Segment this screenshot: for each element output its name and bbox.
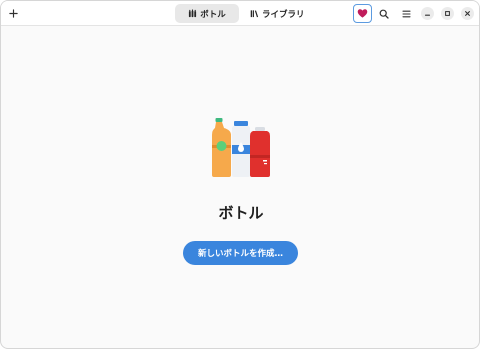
bottle-icon bbox=[189, 9, 197, 18]
orange-bottle-cap bbox=[215, 118, 223, 122]
status-page: ボトル 新しいボトルを作成… bbox=[1, 27, 479, 348]
header-bar: ボトル ライブラリ bbox=[1, 1, 479, 26]
page-title: ボトル bbox=[218, 204, 264, 222]
maximize-icon bbox=[445, 11, 450, 16]
maximize-button[interactable] bbox=[441, 7, 454, 20]
tab-library-label: ライブラリ bbox=[262, 9, 305, 20]
tab-bottles[interactable]: ボトル bbox=[175, 4, 239, 23]
tab-library[interactable]: ライブラリ bbox=[242, 4, 313, 23]
minimize-button[interactable] bbox=[421, 7, 434, 20]
view-switcher: ボトル ライブラリ bbox=[175, 4, 313, 23]
close-icon bbox=[465, 11, 470, 16]
main-menu-button[interactable] bbox=[397, 4, 416, 23]
search-button[interactable] bbox=[374, 4, 393, 23]
close-button[interactable] bbox=[461, 7, 474, 20]
orange-bottle-label bbox=[216, 141, 227, 151]
create-bottle-button[interactable]: 新しいボトルを作成… bbox=[183, 241, 298, 265]
tab-bottles-label: ボトル bbox=[200, 9, 226, 20]
search-icon bbox=[379, 9, 389, 19]
app-window: ボトル ライブラリ ボトル 新しいボトルを作成… bbox=[0, 0, 480, 349]
library-icon bbox=[250, 10, 259, 18]
milk-bottle-cap bbox=[234, 121, 248, 126]
add-button[interactable] bbox=[4, 4, 23, 23]
hamburger-menu-icon bbox=[402, 10, 411, 17]
plus-icon bbox=[9, 9, 18, 18]
heart-icon bbox=[357, 9, 368, 18]
bottles-illustration bbox=[212, 118, 270, 177]
donate-button[interactable] bbox=[353, 4, 372, 23]
red-bottle-cap bbox=[255, 127, 265, 131]
minimize-icon bbox=[424, 14, 431, 16]
red-bottle-body bbox=[250, 131, 270, 177]
